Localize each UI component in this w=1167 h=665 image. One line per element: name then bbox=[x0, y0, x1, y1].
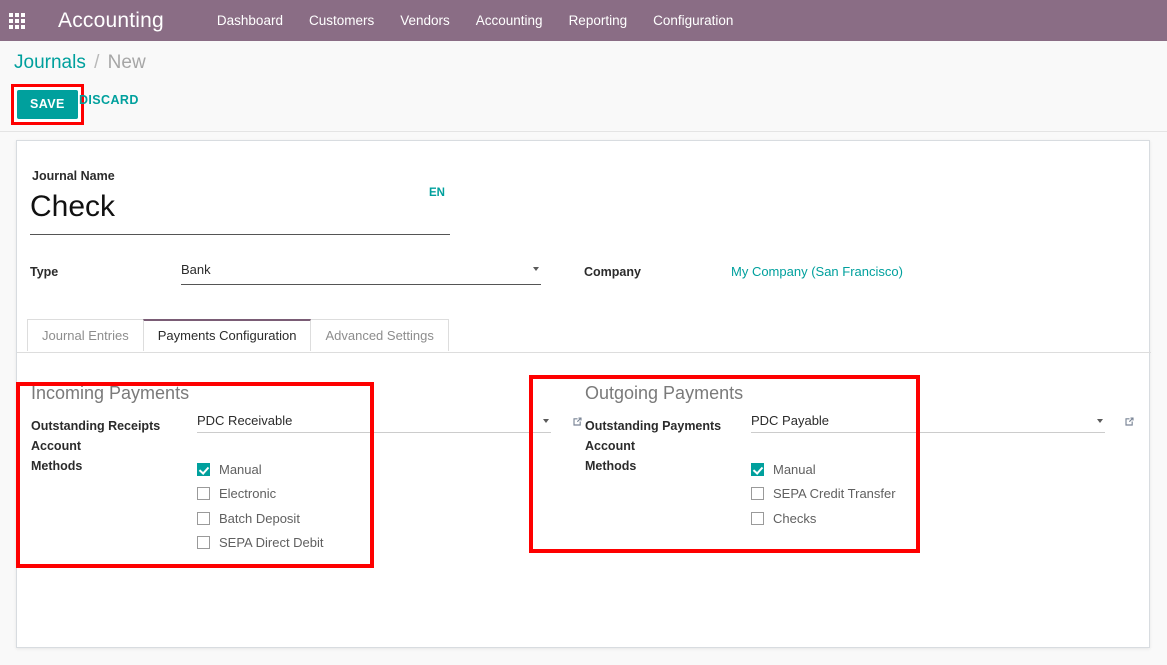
incoming-method-manual[interactable]: Manual bbox=[197, 457, 324, 482]
type-select[interactable]: Bank bbox=[181, 261, 541, 285]
outgoing-method-manual-label: Manual bbox=[773, 461, 816, 477]
header-divider bbox=[0, 131, 1167, 132]
checkbox-icon[interactable] bbox=[751, 511, 764, 525]
outstanding-payments-account-label: Outstanding Payments Account bbox=[585, 419, 722, 453]
outgoing-methods-row: Methods Manual SEPA Credit Transfer Chec… bbox=[585, 457, 1125, 537]
external-link-icon[interactable] bbox=[1123, 415, 1136, 428]
checkbox-icon[interactable] bbox=[197, 511, 210, 525]
incoming-payments-group: Incoming Payments Outstanding Receipts A… bbox=[31, 381, 582, 561]
chevron-down-icon bbox=[533, 267, 539, 271]
top-navbar: Accounting Dashboard Customers Vendors A… bbox=[0, 0, 1167, 41]
incoming-method-sepa-direct-debit[interactable]: SEPA Direct Debit bbox=[197, 531, 324, 556]
incoming-methods-row: Methods Manual Electronic Batch Deposit … bbox=[31, 457, 551, 561]
app-brand-title: Accounting bbox=[58, 8, 164, 32]
tab-payments-configuration[interactable]: Payments Configuration bbox=[142, 319, 312, 351]
incoming-method-sepa-direct-debit-label: SEPA Direct Debit bbox=[219, 535, 324, 551]
incoming-method-electronic-label: Electronic bbox=[219, 486, 277, 502]
incoming-methods-label: Methods bbox=[31, 459, 83, 473]
breadcrumb-journals-link[interactable]: Journals bbox=[14, 52, 86, 73]
incoming-methods-list: Manual Electronic Batch Deposit SEPA Dir… bbox=[197, 457, 324, 555]
outgoing-method-manual[interactable]: Manual bbox=[751, 457, 896, 482]
outgoing-payments-group: Outgoing Payments Outstanding Payments A… bbox=[585, 381, 1134, 537]
tab-bar-divider bbox=[17, 352, 1151, 353]
menu-item-accounting[interactable]: Accounting bbox=[463, 0, 556, 41]
save-button[interactable]: SAVE bbox=[17, 90, 78, 119]
type-label: Type bbox=[30, 265, 59, 279]
main-menu: Dashboard Customers Vendors Accounting R… bbox=[204, 0, 747, 41]
journal-name-label: Journal Name bbox=[32, 169, 115, 183]
checkbox-checked-icon[interactable] bbox=[197, 462, 210, 476]
outstanding-receipts-account-row: Outstanding Receipts Account PDC Receiva… bbox=[31, 413, 582, 457]
tab-advanced-settings[interactable]: Advanced Settings bbox=[310, 319, 449, 351]
language-badge[interactable]: EN bbox=[429, 187, 445, 199]
menu-item-reporting[interactable]: Reporting bbox=[556, 0, 641, 41]
company-label: Company bbox=[584, 265, 641, 279]
checkbox-icon[interactable] bbox=[197, 487, 210, 501]
outgoing-method-checks[interactable]: Checks bbox=[751, 506, 896, 531]
tab-journal-entries[interactable]: Journal Entries bbox=[27, 319, 144, 351]
checkbox-checked-icon[interactable] bbox=[751, 462, 764, 476]
incoming-payments-title: Incoming Payments bbox=[31, 383, 190, 403]
outstanding-receipts-account-label: Outstanding Receipts Account bbox=[31, 419, 161, 453]
menu-item-configuration[interactable]: Configuration bbox=[640, 0, 746, 41]
outstanding-payments-account-value: PDC Payable bbox=[751, 413, 1105, 433]
menu-item-vendors[interactable]: Vendors bbox=[387, 0, 463, 41]
incoming-method-electronic[interactable]: Electronic bbox=[197, 482, 324, 507]
save-button-highlight: SAVE bbox=[11, 84, 84, 125]
journal-form-sheet: Journal Name Check EN Type Bank Company … bbox=[16, 140, 1151, 648]
outgoing-method-checks-label: Checks bbox=[773, 510, 817, 526]
chevron-down-icon bbox=[1097, 419, 1103, 423]
journal-name-input[interactable]: Check bbox=[30, 186, 450, 235]
breadcrumb-separator: / bbox=[94, 52, 100, 73]
incoming-method-manual-label: Manual bbox=[219, 461, 262, 477]
outstanding-payments-account-row: Outstanding Payments Account PDC Payable bbox=[585, 413, 1134, 457]
chevron-down-icon bbox=[543, 419, 549, 423]
company-link[interactable]: My Company (San Francisco) bbox=[731, 264, 903, 279]
menu-item-dashboard[interactable]: Dashboard bbox=[204, 0, 296, 41]
apps-grid-icon[interactable] bbox=[0, 0, 34, 41]
outstanding-receipts-account-value: PDC Receivable bbox=[197, 413, 551, 433]
external-link-icon[interactable] bbox=[571, 415, 584, 428]
outgoing-method-sepa-credit-transfer-label: SEPA Credit Transfer bbox=[773, 486, 896, 502]
outgoing-methods-list: Manual SEPA Credit Transfer Checks bbox=[751, 457, 896, 531]
outgoing-methods-label: Methods bbox=[585, 459, 637, 473]
incoming-method-batch-deposit-label: Batch Deposit bbox=[219, 510, 300, 526]
outstanding-receipts-account-field[interactable]: PDC Receivable bbox=[197, 413, 551, 433]
incoming-method-batch-deposit[interactable]: Batch Deposit bbox=[197, 506, 324, 531]
breadcrumb-current: New bbox=[107, 52, 146, 73]
tab-bar: Journal Entries Payments Configuration A… bbox=[27, 319, 449, 351]
discard-button[interactable]: DISCARD bbox=[79, 93, 139, 107]
checkbox-icon[interactable] bbox=[197, 536, 210, 550]
outgoing-method-sepa-credit-transfer[interactable]: SEPA Credit Transfer bbox=[751, 482, 896, 507]
outgoing-payments-title: Outgoing Payments bbox=[585, 383, 744, 403]
outstanding-payments-account-field[interactable]: PDC Payable bbox=[751, 413, 1105, 433]
breadcrumb: Journals / New bbox=[14, 52, 146, 74]
type-value: Bank bbox=[181, 262, 211, 277]
checkbox-icon[interactable] bbox=[751, 487, 764, 501]
menu-item-customers[interactable]: Customers bbox=[296, 0, 387, 41]
